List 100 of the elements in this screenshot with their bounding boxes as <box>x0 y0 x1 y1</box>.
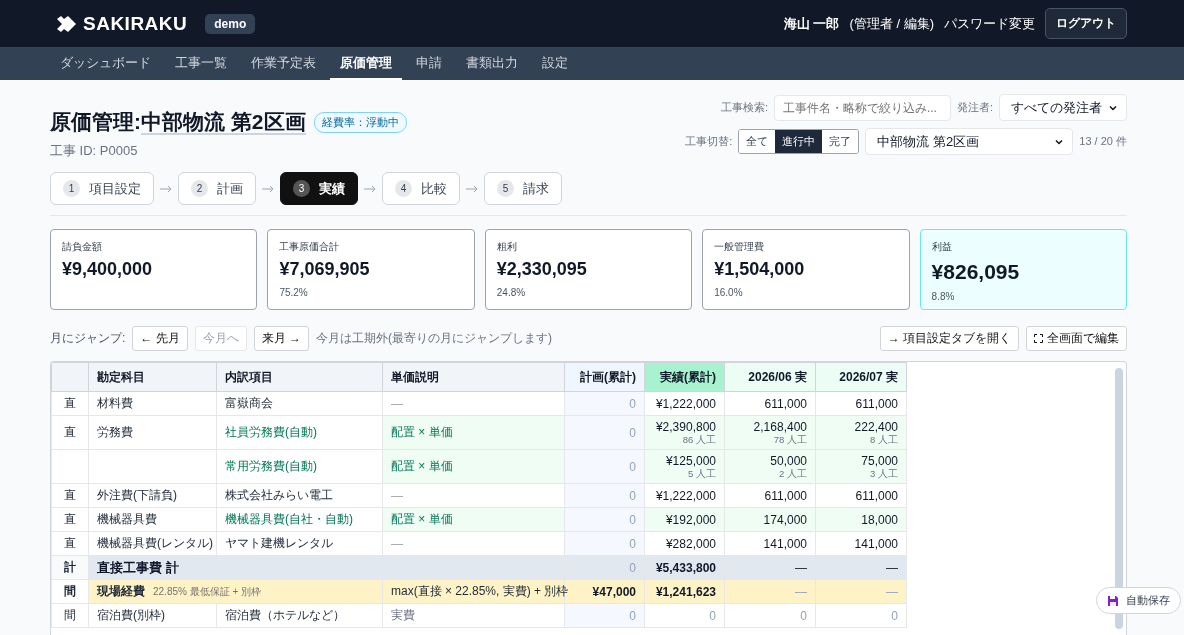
card-percent: 24.8% <box>496 287 527 298</box>
fullscreen-button[interactable]: 全画面で編集 <box>1026 326 1127 351</box>
nav-tab[interactable]: 申請 <box>406 47 452 80</box>
account-note: 22.85% 最低保証 + 別枠 <box>153 584 262 599</box>
table-cell: 611,000 <box>815 483 907 508</box>
column-header: 勘定科目 <box>88 362 217 392</box>
nav-tab[interactable]: 工事一覧 <box>165 47 237 80</box>
table-cell: 材料費 <box>88 391 217 416</box>
table-cell: — <box>382 531 565 556</box>
step-tab[interactable]: 3 実績 <box>280 172 358 205</box>
switch-label: 工事切替: <box>685 134 733 149</box>
table-cell: 株式会社みらい電工 <box>216 483 383 508</box>
client-label: 発注者: <box>956 100 993 115</box>
environment-badge: demo <box>205 13 256 34</box>
table-cell: 配置 × 単価 <box>382 415 565 450</box>
column-header: 内訳項目 <box>216 362 383 392</box>
scrollbar[interactable] <box>1115 368 1123 629</box>
card-value: ¥1,504,000 <box>714 259 806 280</box>
card-label: 工事原価合計 <box>279 240 341 254</box>
card-label: 一般管理費 <box>714 240 766 254</box>
password-link[interactable]: パスワード変更 <box>944 14 1035 33</box>
table-cell: — <box>815 555 907 580</box>
table-cell: ¥2,390,800 86 人工 <box>644 415 725 450</box>
table-cell: — <box>724 555 816 580</box>
project-select[interactable]: 中部物流 第2区画 <box>865 128 1074 155</box>
logo-icon <box>57 15 77 32</box>
table-cell: 機械器具費(自社・自動) <box>216 507 383 532</box>
table-cell: 宿泊費（ホテルなど） <box>216 603 383 628</box>
table-cell: 75,000 3 人工 <box>815 449 907 484</box>
nav-tab[interactable]: ダッシュボード <box>50 47 161 80</box>
table-cell: 宿泊費(別枠) <box>88 603 217 628</box>
autosave-button[interactable]: 自動保存 <box>1096 587 1181 614</box>
table-cell: 常用労務費(自動) <box>216 449 383 484</box>
card-value: ¥826,095 <box>931 260 1021 284</box>
arrow-right-icon <box>466 184 478 193</box>
month-button[interactable]: 来月 → <box>253 326 310 351</box>
table-cell: 0 <box>644 603 725 628</box>
step-tab[interactable]: 1 項目設定 <box>50 172 154 205</box>
table-cell: 配置 × 単価 <box>382 449 565 484</box>
fullscreen-icon <box>1034 334 1043 343</box>
arrow-right-icon <box>364 184 376 193</box>
card-value: ¥9,400,000 <box>62 259 154 280</box>
column-header: 2026/06 実 <box>724 362 816 392</box>
table-cell: 174,000 <box>724 507 816 532</box>
month-button[interactable]: ← 先月 <box>132 326 188 351</box>
nav-tab[interactable]: 書類出力 <box>456 47 528 80</box>
table-cell: — <box>382 483 565 508</box>
search-label: 工事検索: <box>720 100 768 115</box>
table-cell: — <box>815 579 907 604</box>
table-cell: 0 <box>724 603 816 628</box>
table-cell: 直 <box>51 531 89 556</box>
column-header: 2026/07 実 <box>815 362 907 392</box>
table-cell: 611,000 <box>724 483 816 508</box>
column-header: 単価説明 <box>382 362 565 392</box>
table-cell: 機械器具費(レンタル) <box>88 531 217 556</box>
open-settings-button[interactable]: → 項目設定タブを開く <box>879 326 1019 351</box>
column-header: 実績(累計) <box>644 362 725 392</box>
nav-tab[interactable]: 設定 <box>532 47 578 80</box>
table-cell: 直 <box>51 507 89 532</box>
table-cell: 18,000 <box>815 507 907 532</box>
arrow-right-icon <box>262 184 274 193</box>
table-cell: 労務費 <box>88 415 217 450</box>
table-cell: 2,168,400 78 人工 <box>724 415 816 450</box>
table-cell: 配置 × 単価 <box>382 507 565 532</box>
table-cell: 直 <box>51 483 89 508</box>
table-cell: — <box>724 579 816 604</box>
table-cell: 50,000 2 人工 <box>724 449 816 484</box>
step-tab[interactable]: 2 計画 <box>178 172 256 205</box>
card-value: ¥2,330,095 <box>496 259 588 280</box>
card-value: ¥7,069,905 <box>279 259 371 280</box>
nav-tab[interactable]: 原価管理 <box>330 47 402 80</box>
logo: SAKIRAKU <box>83 12 188 35</box>
card-label: 請負金額 <box>62 240 103 254</box>
column-header: 計画(累計) <box>564 362 645 392</box>
table-cell: 直接工事費 計 <box>88 555 565 580</box>
table-cell: — <box>382 391 565 416</box>
filter-toggle[interactable]: 完了 <box>822 130 859 153</box>
table-cell: 社員労務費(自動) <box>216 415 383 450</box>
table-cell: 計 <box>51 555 89 580</box>
client-select[interactable]: すべての発注者 <box>999 94 1127 121</box>
table-cell <box>51 449 89 484</box>
project-count: 13 / 20 件 <box>1079 134 1127 149</box>
jump-label: 月にジャンプ: <box>50 330 126 347</box>
table-cell: 機械器具費 <box>88 507 217 532</box>
filter-toggle[interactable]: 進行中 <box>775 130 823 153</box>
step-tab[interactable]: 4 比較 <box>382 172 460 205</box>
step-tab[interactable]: 5 請求 <box>484 172 562 205</box>
filter-toggle[interactable]: 全て <box>739 130 776 153</box>
table-cell: ¥125,000 5 人工 <box>644 449 725 484</box>
logout-button[interactable]: ログアウト <box>1045 8 1127 39</box>
table-cell: 間 <box>51 603 89 628</box>
nav-tab[interactable]: 作業予定表 <box>241 47 326 80</box>
table-cell: 実費 <box>382 603 565 628</box>
account-name: 現場経費 <box>97 583 145 600</box>
search-field[interactable]: 工事件名・略称で絞り込み... <box>773 94 951 121</box>
table-cell: ヤマト建機レンタル <box>216 531 383 556</box>
table-cell: 間 <box>51 579 89 604</box>
card-label: 粗利 <box>496 240 518 254</box>
page-title: 原価管理:中部物流 第2区画 <box>50 109 306 136</box>
table-cell: ¥282,000 <box>644 531 725 556</box>
